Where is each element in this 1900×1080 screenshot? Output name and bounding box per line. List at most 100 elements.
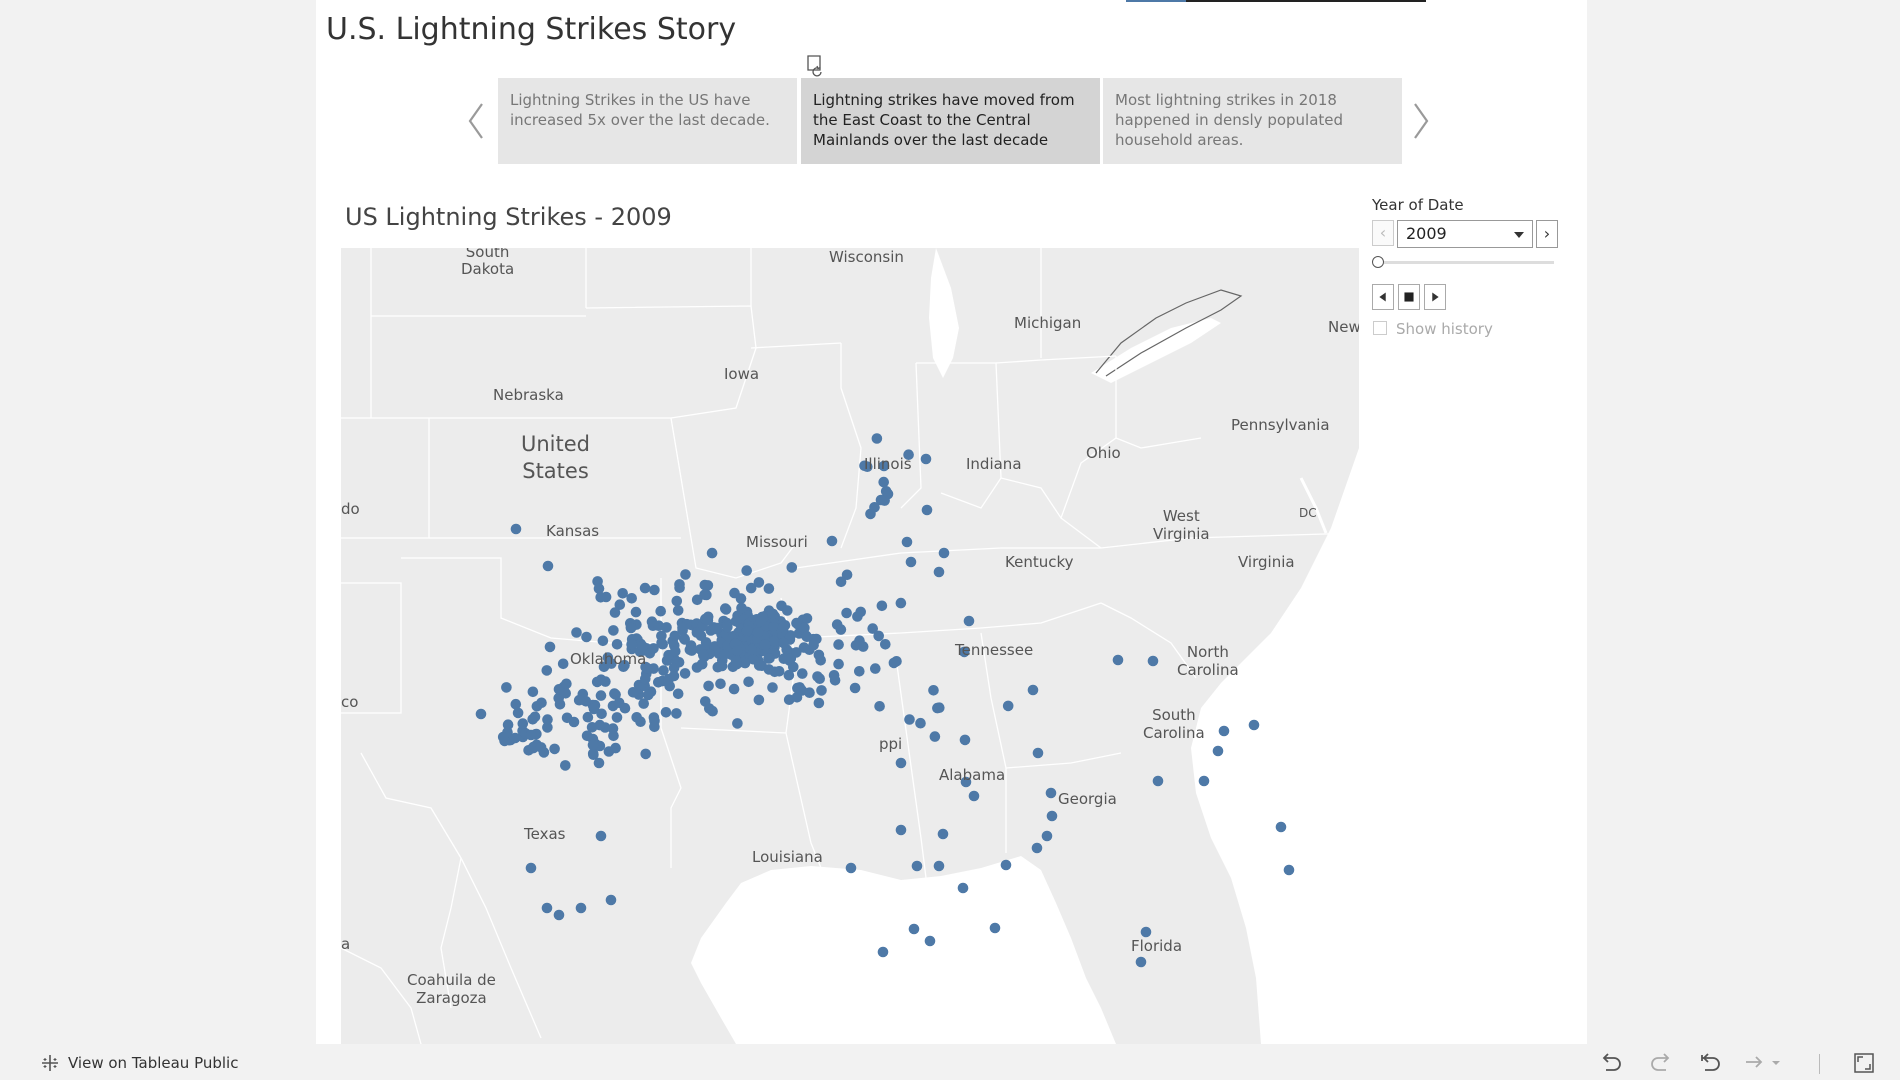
- strike-marker[interactable]: [593, 757, 605, 769]
- strike-marker[interactable]: [920, 453, 932, 465]
- strike-marker[interactable]: [783, 669, 795, 681]
- strike-marker[interactable]: [929, 731, 941, 742]
- strike-marker[interactable]: [989, 922, 1001, 934]
- strike-marker[interactable]: [549, 743, 560, 755]
- strike-marker[interactable]: [672, 605, 684, 616]
- strike-marker[interactable]: [1000, 859, 1012, 871]
- strike-marker[interactable]: [700, 696, 711, 707]
- strike-marker[interactable]: [729, 587, 740, 599]
- strike-marker[interactable]: [835, 624, 847, 635]
- strike-marker[interactable]: [542, 560, 554, 572]
- strike-marker[interactable]: [730, 655, 742, 667]
- strike-marker[interactable]: [703, 680, 714, 692]
- strike-marker[interactable]: [710, 623, 721, 635]
- strike-marker[interactable]: [778, 637, 789, 649]
- strike-marker[interactable]: [875, 494, 887, 506]
- strike-marker[interactable]: [719, 649, 730, 660]
- story-point-icon[interactable]: [804, 53, 828, 79]
- strike-marker[interactable]: [671, 595, 683, 607]
- strike-marker[interactable]: [1046, 810, 1058, 822]
- strike-marker[interactable]: [874, 701, 885, 712]
- strike-marker[interactable]: [535, 742, 547, 753]
- strike-marker[interactable]: [845, 862, 857, 874]
- strike-marker[interactable]: [799, 622, 810, 634]
- strike-marker[interactable]: [597, 635, 609, 647]
- strike-marker[interactable]: [638, 698, 649, 709]
- strike-marker[interactable]: [968, 790, 980, 802]
- chevron-right-icon[interactable]: [1407, 96, 1435, 146]
- strike-marker[interactable]: [660, 707, 672, 718]
- strike-marker[interactable]: [753, 660, 765, 671]
- strike-marker[interactable]: [895, 597, 907, 609]
- strike-marker[interactable]: [801, 613, 813, 624]
- strike-marker[interactable]: [753, 694, 765, 706]
- strike-marker[interactable]: [895, 757, 907, 769]
- strike-marker[interactable]: [541, 902, 553, 914]
- strike-marker[interactable]: [730, 616, 742, 627]
- strike-marker[interactable]: [686, 645, 697, 656]
- strike-marker[interactable]: [905, 556, 917, 568]
- strike-marker[interactable]: [932, 702, 943, 714]
- strike-marker[interactable]: [531, 701, 543, 712]
- strike-marker[interactable]: [1147, 655, 1159, 667]
- strike-marker[interactable]: [715, 678, 726, 690]
- strike-marker[interactable]: [512, 707, 524, 719]
- year-select[interactable]: 2009: [1397, 220, 1533, 248]
- strike-marker[interactable]: [698, 649, 709, 661]
- strike-marker[interactable]: [769, 666, 780, 678]
- strike-marker[interactable]: [841, 607, 852, 619]
- strike-marker[interactable]: [707, 705, 718, 717]
- strike-marker[interactable]: [600, 676, 611, 687]
- strike-marker[interactable]: [957, 882, 969, 894]
- year-slider-thumb[interactable]: [1372, 256, 1384, 268]
- strike-marker[interactable]: [653, 677, 664, 688]
- strike-marker[interactable]: [933, 860, 945, 872]
- strike-marker[interactable]: [826, 535, 838, 547]
- strike-marker[interactable]: [678, 633, 690, 644]
- strike-marker[interactable]: [928, 685, 939, 696]
- strike-marker[interactable]: [1112, 654, 1124, 666]
- strike-marker[interactable]: [732, 718, 743, 729]
- strike-marker[interactable]: [1275, 821, 1287, 833]
- strike-marker[interactable]: [699, 579, 711, 591]
- strike-marker[interactable]: [908, 923, 920, 935]
- strike-marker[interactable]: [575, 902, 587, 914]
- strike-marker[interactable]: [808, 639, 819, 651]
- strike-marker[interactable]: [731, 645, 743, 656]
- strike-marker[interactable]: [716, 660, 728, 672]
- strike-marker[interactable]: [736, 602, 747, 614]
- strike-marker[interactable]: [777, 621, 789, 633]
- strike-marker[interactable]: [661, 622, 672, 633]
- strike-marker[interactable]: [924, 935, 936, 947]
- strike-marker[interactable]: [595, 830, 607, 842]
- strike-marker[interactable]: [611, 712, 623, 723]
- strike-marker[interactable]: [813, 649, 825, 661]
- strike-marker[interactable]: [525, 729, 537, 741]
- strike-marker[interactable]: [911, 860, 923, 872]
- show-history-checkbox[interactable]: [1373, 321, 1387, 335]
- strike-marker[interactable]: [635, 716, 646, 727]
- strike-marker[interactable]: [595, 690, 607, 701]
- strike-marker[interactable]: [741, 565, 752, 576]
- strike-marker[interactable]: [1032, 747, 1044, 759]
- strike-marker[interactable]: [880, 639, 891, 650]
- strike-marker[interactable]: [501, 682, 512, 693]
- strike-marker[interactable]: [759, 639, 771, 650]
- strike-marker[interactable]: [743, 676, 754, 688]
- year-next-button[interactable]: ›: [1536, 220, 1558, 248]
- strike-marker[interactable]: [640, 748, 651, 760]
- strike-marker[interactable]: [655, 605, 666, 617]
- strike-marker[interactable]: [607, 723, 619, 734]
- strike-marker[interactable]: [668, 670, 680, 682]
- strike-marker[interactable]: [587, 739, 599, 751]
- strike-marker[interactable]: [671, 708, 682, 719]
- strike-marker[interactable]: [669, 630, 681, 642]
- strike-marker[interactable]: [527, 714, 538, 725]
- redo-icon[interactable]: [1647, 1050, 1675, 1076]
- strike-marker[interactable]: [1218, 725, 1230, 737]
- strike-marker[interactable]: [791, 647, 802, 658]
- strike-marker[interactable]: [625, 622, 637, 634]
- strike-marker[interactable]: [588, 703, 600, 715]
- strike-marker[interactable]: [915, 717, 926, 729]
- strike-marker[interactable]: [878, 476, 889, 488]
